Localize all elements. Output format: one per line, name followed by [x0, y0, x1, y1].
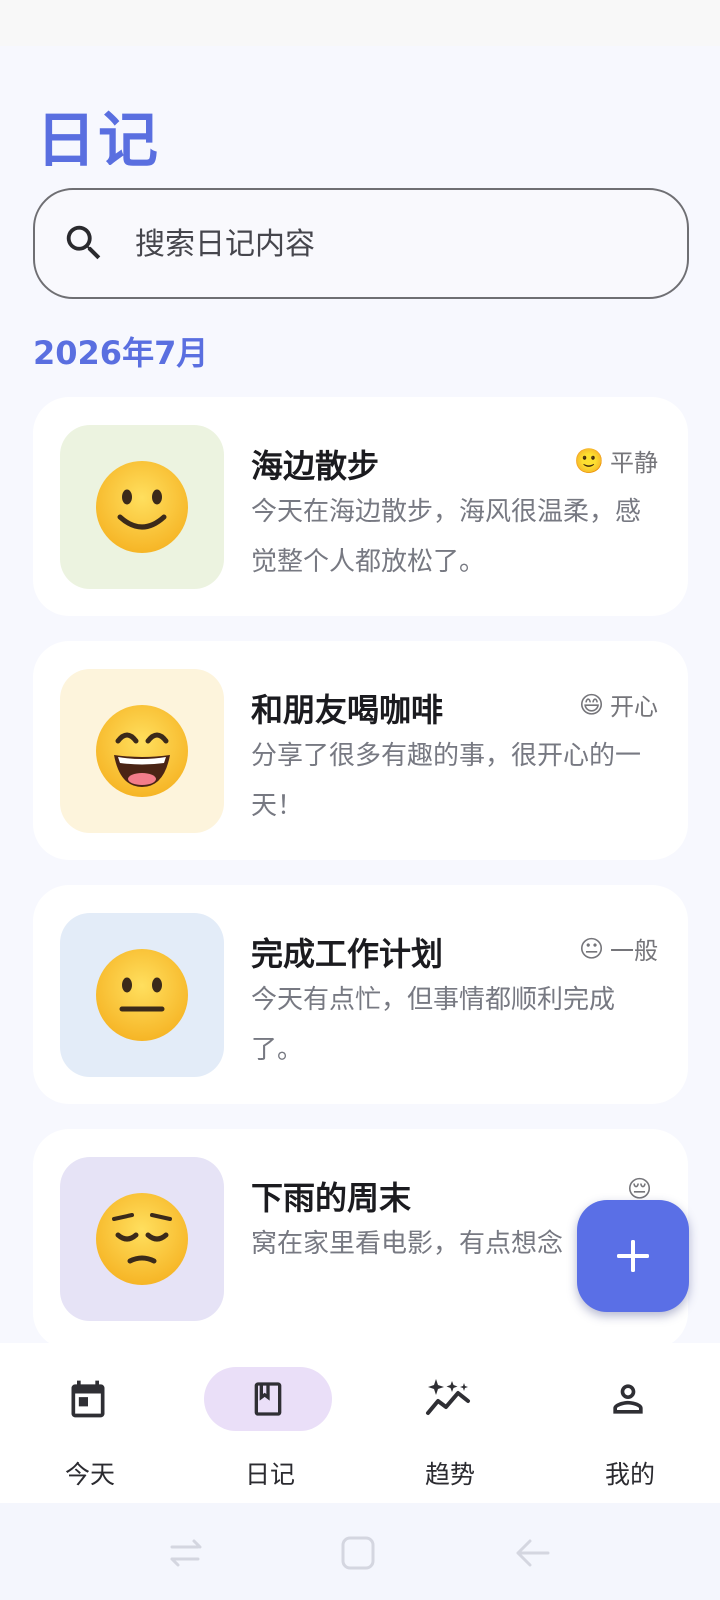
- diary-entry-card[interactable]: 和朋友喝咖啡 😄 开心 分享了很多有趣的事，很开心的一天！: [33, 641, 688, 860]
- entry-preview: 今天在海边散步，海风很温柔，感觉整个人都放松了。: [251, 497, 642, 577]
- mood-emoji-icon: 😐: [578, 934, 604, 963]
- journal-icon: [254, 1382, 282, 1416]
- nav-label: 日记: [244, 1460, 295, 1489]
- mood-label: 一般: [610, 937, 658, 965]
- slightly-smiling-face-icon: [96, 461, 188, 553]
- mood-tag: 😄 开心: [579, 687, 658, 722]
- mood-label: 平静: [610, 449, 658, 477]
- home-icon[interactable]: [340, 1535, 376, 1571]
- entry-title: 完成工作计划: [251, 935, 444, 973]
- diary-entry-card[interactable]: 完成工作计划 😐 一般 今天有点忙，但事情都顺利完成了。: [33, 885, 688, 1104]
- bottom-navigation: 今天 日记 趋势 我的: [0, 1343, 720, 1503]
- entry-preview: 今天有点忙，但事情都顺利完成了。: [251, 985, 616, 1065]
- nav-label: 趋势: [424, 1460, 475, 1489]
- plus-icon: [617, 1240, 649, 1272]
- mood-tag: 🙂 平静: [574, 443, 658, 478]
- nav-pill: [384, 1367, 512, 1431]
- person-icon: [613, 1384, 643, 1414]
- calendar-icon: [71, 1380, 105, 1418]
- nav-item-profile[interactable]: 我的: [540, 1343, 720, 1503]
- grinning-face-icon: [96, 705, 188, 797]
- entry-title: 下雨的周末: [251, 1179, 412, 1217]
- neutral-face-icon: [96, 949, 188, 1041]
- diary-entry-card[interactable]: 海边散步 🙂 平静 今天在海边散步，海风很温柔，感觉整个人都放松了。: [33, 397, 688, 616]
- diary-screen: 日记 2026年7月 海边散步 🙂 平静 今天在海边散步，海风很温柔，感觉整个人…: [0, 0, 720, 1600]
- mood-tag: 😐 一般: [579, 931, 658, 966]
- search-icon: [66, 225, 101, 260]
- sparkle-trend-icon: [426, 1379, 470, 1415]
- status-bar: [0, 0, 720, 46]
- mood-emoji-icon: 😔: [626, 1175, 652, 1203]
- mood-label: 开心: [610, 693, 658, 721]
- add-entry-button[interactable]: [577, 1200, 689, 1312]
- entry-preview: 窝在家里看电影，有点想念: [251, 1229, 564, 1259]
- mood-emoji-icon: 😄: [578, 690, 604, 719]
- nav-pill-active: [204, 1367, 332, 1431]
- entry-title: 海边散步: [251, 447, 380, 485]
- search-input[interactable]: [135, 208, 655, 280]
- nav-item-trends[interactable]: 趋势: [360, 1343, 540, 1503]
- pensive-face-icon: [96, 1193, 188, 1285]
- entry-thumbnail: [60, 913, 224, 1077]
- search-bar[interactable]: [33, 188, 689, 299]
- entry-preview: 分享了很多有趣的事，很开心的一天！: [251, 741, 642, 821]
- system-navigation-bar: [0, 1503, 720, 1600]
- mood-tag: 😔: [627, 1175, 658, 1203]
- nav-item-today[interactable]: 今天: [0, 1343, 180, 1503]
- nav-pill: [564, 1367, 692, 1431]
- nav-item-diary[interactable]: 日记: [180, 1343, 360, 1503]
- page-title: 日记: [36, 106, 160, 176]
- nav-label: 今天: [64, 1460, 115, 1489]
- entry-thumbnail: [60, 1157, 224, 1321]
- nav-label: 我的: [604, 1460, 655, 1489]
- month-header: 2026年7月: [33, 334, 209, 372]
- entry-thumbnail: [60, 669, 224, 833]
- nav-pill: [24, 1367, 152, 1431]
- mood-emoji-icon: 🙂: [574, 446, 604, 475]
- back-icon[interactable]: [514, 1535, 550, 1571]
- recents-icon[interactable]: [168, 1535, 204, 1571]
- entry-title: 和朋友喝咖啡: [251, 691, 444, 729]
- entry-thumbnail: [60, 425, 224, 589]
